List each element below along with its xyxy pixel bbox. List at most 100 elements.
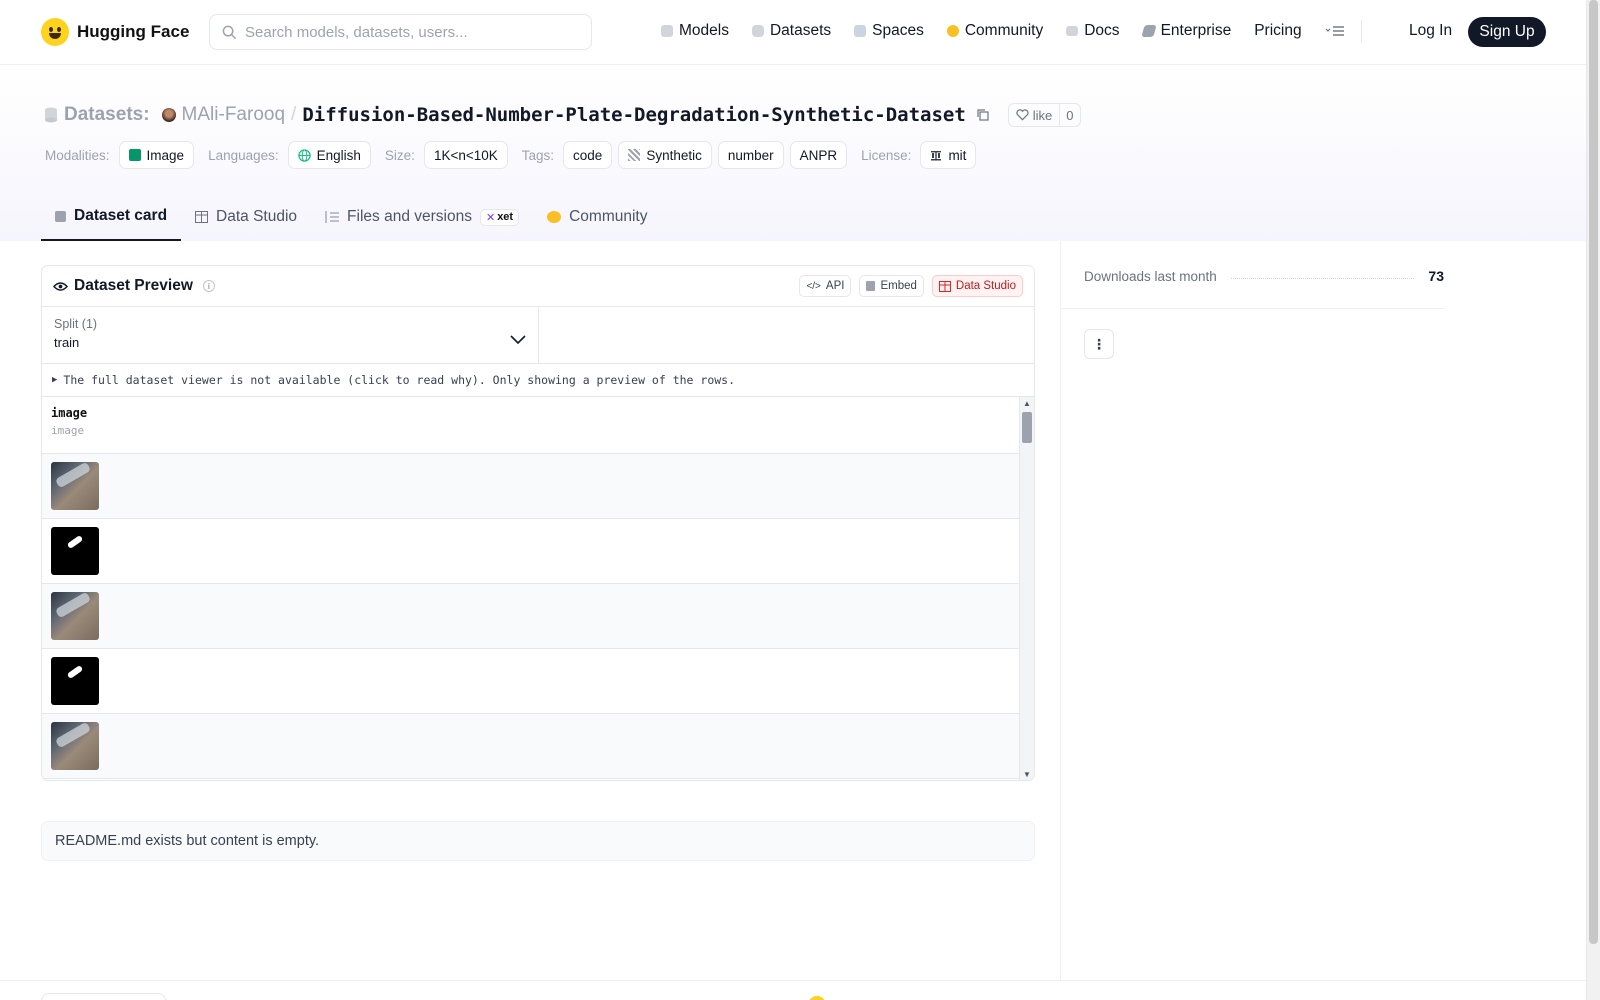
tab-files-and-versions[interactable]: Files and versions ✕ xet [311, 193, 533, 241]
nav-spaces[interactable]: Spaces [854, 22, 924, 40]
split-value: train [54, 335, 80, 350]
scroll-up-icon[interactable]: ▲ [1023, 399, 1031, 408]
owner-avatar [161, 108, 176, 122]
nav-pricing[interactable]: Pricing [1254, 22, 1301, 40]
nav-enterprise-label: Enterprise [1160, 22, 1232, 39]
preview-title-text: Dataset Preview [74, 277, 193, 294]
languages-label: Languages: [208, 147, 279, 163]
database-icon [751, 25, 764, 37]
nav-datasets-label: Datasets [769, 22, 832, 39]
preview-table: image image ▲ ▼ [42, 397, 1034, 780]
more-options-button[interactable]: ⋮ [1084, 329, 1114, 359]
brand-logo[interactable]: Hugging Face [41, 18, 189, 46]
preview-title: Dataset Preview i [53, 277, 215, 295]
size-label: Size: [384, 147, 415, 163]
dataset-card-icon [55, 210, 66, 222]
viewer-notice[interactable]: ▶ The full dataset viewer is not availab… [42, 364, 1034, 397]
database-icon [45, 107, 57, 123]
tag-chip[interactable]: ANPR [789, 141, 848, 169]
page-scrollbar[interactable] [1586, 0, 1600, 1000]
modality-value: Image [146, 147, 185, 163]
split-selector[interactable]: Split (1) train [42, 307, 539, 363]
modality-chip[interactable]: Image [118, 141, 195, 169]
table-row[interactable] [42, 649, 1021, 714]
community-icon [946, 25, 959, 37]
column-header[interactable]: image image [42, 397, 1021, 454]
page-scrollbar-thumb[interactable] [1589, 0, 1598, 944]
table-row[interactable] [42, 584, 1021, 649]
more-menu-button[interactable] [1325, 24, 1345, 38]
size-chip[interactable]: 1K<n<10K [423, 141, 508, 169]
tag-chip[interactable]: code [563, 141, 613, 169]
search-box[interactable] [209, 14, 592, 50]
license-label: License: [861, 147, 912, 163]
repo-tabs: Dataset card Data Studio Files and versi… [41, 193, 661, 241]
scroll-down-icon[interactable]: ▼ [1023, 770, 1031, 779]
like-label: like [1032, 107, 1053, 123]
car-plate-thumbnail[interactable] [51, 592, 99, 640]
image-modality-icon [128, 149, 141, 161]
data-studio-button[interactable]: Data Studio [931, 275, 1023, 297]
table-row[interactable] [42, 519, 1021, 584]
dataset-preview: Dataset Preview i </> API Embed Data Stud… [41, 265, 1035, 781]
license-chip[interactable]: mit [920, 141, 977, 169]
footer-logo-icon [808, 996, 826, 1000]
embed-button[interactable]: Embed [859, 275, 924, 297]
more-menu-icon [1325, 26, 1344, 36]
tab-label: Data Studio [216, 208, 298, 225]
tab-data-studio[interactable]: Data Studio [181, 193, 311, 241]
split-label: Split (1) [54, 317, 98, 331]
repo-header: Datasets: MAli-Farooq / Diffusion-Based-… [0, 65, 1586, 241]
like-button[interactable]: like [1009, 104, 1061, 126]
nav-enterprise[interactable]: Enterprise [1140, 22, 1232, 40]
globe-icon [297, 148, 311, 162]
community-icon [547, 211, 562, 223]
car-plate-thumbnail[interactable] [51, 462, 99, 510]
preview-actions: </> API Embed Data Studio [799, 275, 1023, 297]
tab-community[interactable]: Community [533, 193, 661, 241]
language-chip[interactable]: English [287, 141, 371, 169]
scrollbar-thumb[interactable] [1022, 412, 1032, 443]
tag-chip[interactable]: Synthetic [618, 141, 712, 169]
footer-divider [0, 980, 1586, 981]
split-selector-row: Split (1) train [42, 307, 1034, 364]
footer-selector[interactable] [41, 993, 166, 1000]
info-icon[interactable]: i [202, 280, 215, 292]
nav-divider [1360, 20, 1362, 42]
repo-type-label[interactable]: Datasets: [64, 104, 150, 126]
xet-badge-label: xet [497, 211, 514, 223]
breadcrumb-separator: / [291, 104, 297, 125]
table-row[interactable] [42, 454, 1021, 519]
table-scrollbar[interactable]: ▲ ▼ [1019, 397, 1034, 780]
api-button[interactable]: </> API [799, 275, 852, 297]
top-navbar: Hugging Face Models Datasets Spaces Comm… [0, 0, 1586, 65]
signup-button[interactable]: Sign Up [1468, 17, 1546, 47]
heart-icon [1016, 109, 1029, 121]
nav-community-label: Community [964, 22, 1044, 39]
nav-models[interactable]: Models [661, 22, 729, 40]
nav-docs[interactable]: Docs [1066, 22, 1120, 40]
nav-datasets[interactable]: Datasets [751, 22, 832, 40]
tag-chip[interactable]: number [717, 141, 784, 169]
mask-thumbnail[interactable] [51, 657, 99, 705]
nav-community[interactable]: Community [946, 22, 1044, 40]
tab-dataset-card[interactable]: Dataset card [41, 193, 182, 241]
mask-thumbnail[interactable] [51, 527, 99, 575]
xet-icon: ✕ [485, 211, 496, 224]
tab-label: Files and versions [347, 208, 472, 225]
table-row[interactable] [42, 714, 1021, 779]
repo-name[interactable]: Diffusion-Based-Number-Plate-Degradation… [302, 104, 965, 126]
repo-title: Datasets: MAli-Farooq / Diffusion-Based-… [44, 103, 1081, 127]
repo-owner-link[interactable]: MAli-Farooq [182, 104, 285, 126]
copy-icon[interactable] [976, 108, 990, 122]
embed-icon [866, 281, 876, 291]
login-link[interactable]: Log In [1409, 22, 1452, 40]
dataset-metadata: Modalities: Image Languages: English Siz… [45, 141, 982, 169]
like-count[interactable]: 0 [1060, 104, 1079, 126]
language-value: English [316, 147, 361, 163]
chevron-down-icon [510, 335, 526, 345]
car-plate-thumbnail[interactable] [51, 722, 99, 770]
tab-label: Dataset card [74, 207, 168, 224]
table-icon [938, 280, 951, 292]
search-input[interactable] [245, 23, 575, 41]
